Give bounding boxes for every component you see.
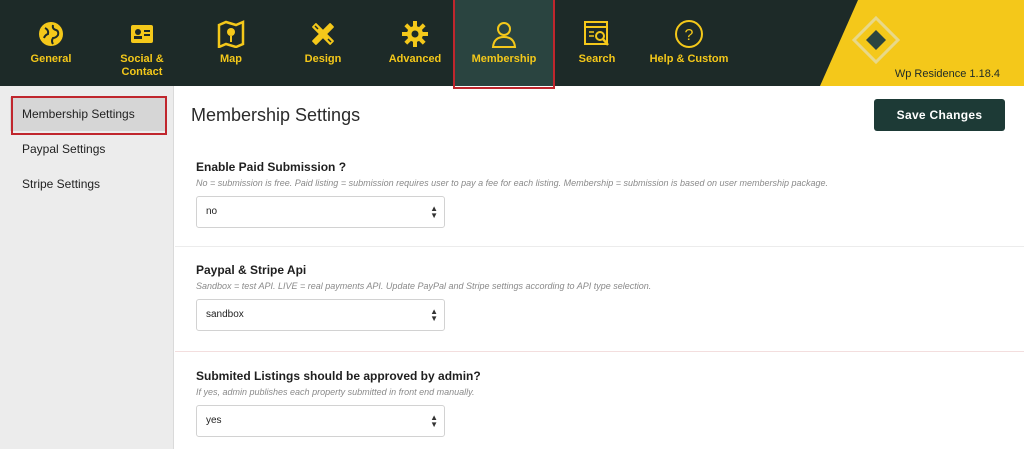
setting-title: Paypal & Stripe Api — [196, 263, 307, 277]
map-pin-icon — [216, 19, 246, 49]
globe-icon — [37, 19, 65, 49]
sidebar-item-membership-settings[interactable]: Membership Settings — [10, 97, 166, 131]
nav-label-membership: Membership — [471, 53, 537, 65]
nav-label-general: General — [30, 53, 72, 65]
settings-sidebar: Membership Settings Paypal Settings Stri… — [0, 86, 174, 449]
nav-label-design: Design — [304, 53, 342, 65]
nav-label-map: Map — [220, 53, 242, 65]
setting-description: If yes, admin publishes each property su… — [196, 387, 475, 397]
select-arrows-icon: ▲ ▼ — [430, 203, 438, 220]
gear-icon — [401, 19, 429, 49]
main-content: Membership Settings Save Changes Enable … — [175, 86, 1024, 449]
contact-card-icon — [128, 19, 156, 49]
save-changes-button[interactable]: Save Changes — [874, 99, 1005, 131]
setting-enable-paid-submission: Enable Paid Submission ? No = submission… — [175, 160, 1024, 228]
setting-title: Enable Paid Submission ? — [196, 160, 347, 174]
question-icon: ? — [674, 19, 704, 49]
user-icon — [489, 19, 519, 49]
nav-item-membership[interactable]: Membership — [455, 0, 553, 86]
svg-text:?: ? — [685, 27, 694, 44]
select-value: sandbox — [206, 309, 244, 320]
nav-label-social-contact: Social & Contact — [120, 53, 164, 78]
paid-submission-select[interactable]: no ▲ ▼ — [196, 196, 445, 228]
nav-item-design[interactable]: Design — [294, 0, 352, 86]
pencil-ruler-icon — [309, 19, 337, 49]
top-navigation-bar: General Social & Contact Map Design Adva… — [0, 0, 1024, 86]
nav-item-general[interactable]: General — [22, 0, 80, 86]
admin-approval-select[interactable]: yes ▲ ▼ — [196, 405, 445, 437]
nav-label-help-custom: Help & Custom — [649, 53, 729, 65]
select-value: yes — [206, 415, 222, 426]
setting-admin-approval: Submited Listings should be approved by … — [175, 369, 1024, 437]
nav-item-help-custom[interactable]: ? Help & Custom — [646, 0, 732, 86]
page-title: Membership Settings — [191, 105, 361, 125]
section-divider — [175, 351, 1024, 352]
version-label: Wp Residence 1.18.4 — [894, 68, 1000, 80]
sidebar-item-stripe-settings[interactable]: Stripe Settings — [10, 167, 166, 201]
setting-description: No = submission is free. Paid listing = … — [196, 178, 829, 188]
setting-paypal-stripe-api: Paypal & Stripe Api Sandbox = test API. … — [175, 263, 1024, 331]
select-value: no — [206, 206, 218, 217]
api-mode-select[interactable]: sandbox ▲ ▼ — [196, 299, 445, 331]
nav-label-advanced: Advanced — [388, 53, 442, 65]
section-divider — [175, 246, 1024, 247]
nav-item-social-contact[interactable]: Social & Contact — [110, 0, 174, 86]
sidebar-item-paypal-settings[interactable]: Paypal Settings — [10, 132, 166, 166]
search-document-icon — [583, 19, 611, 49]
setting-title: Submited Listings should be approved by … — [196, 369, 481, 383]
select-arrows-icon: ▲ ▼ — [430, 306, 438, 323]
nav-item-advanced[interactable]: Advanced — [385, 0, 445, 86]
nav-item-map[interactable]: Map — [206, 0, 256, 86]
nav-label-search: Search — [578, 53, 616, 65]
nav-item-search[interactable]: Search — [570, 0, 624, 86]
setting-description: Sandbox = test API. LIVE = real payments… — [196, 281, 652, 291]
select-arrows-icon: ▲ ▼ — [430, 412, 438, 429]
